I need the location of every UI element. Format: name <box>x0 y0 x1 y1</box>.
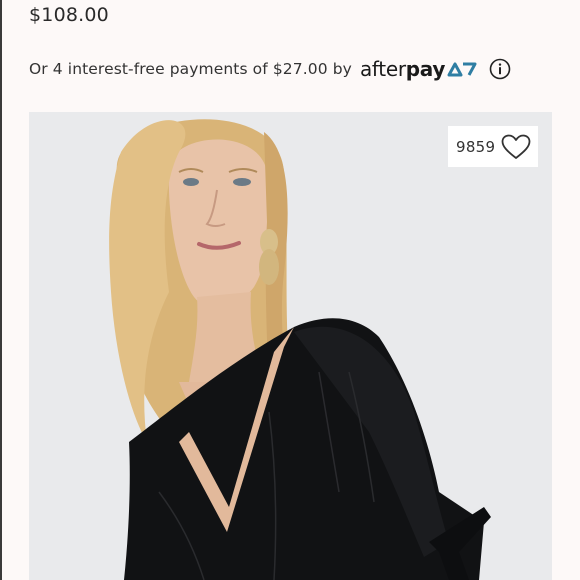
product-photo[interactable] <box>29 112 552 580</box>
info-icon[interactable] <box>489 58 511 80</box>
left-border <box>0 0 2 580</box>
afterpay-row: Or 4 interest-free payments of $27.00 by… <box>29 57 511 81</box>
listing-price: $108.00 <box>29 4 109 26</box>
afterpay-text: Or 4 interest-free payments of $27.00 by <box>29 60 352 78</box>
heart-outline-icon[interactable] <box>501 134 531 160</box>
afterpay-logo-pay: pay <box>405 57 446 81</box>
model-wearing-black-dress-image <box>29 112 552 580</box>
afterpay-logo-after: after <box>359 57 406 81</box>
afterpay-arrows-icon <box>447 62 477 77</box>
likes-badge[interactable]: 9859 <box>448 126 538 167</box>
afterpay-logo: after pay <box>360 57 477 81</box>
likes-count: 9859 <box>456 137 496 156</box>
